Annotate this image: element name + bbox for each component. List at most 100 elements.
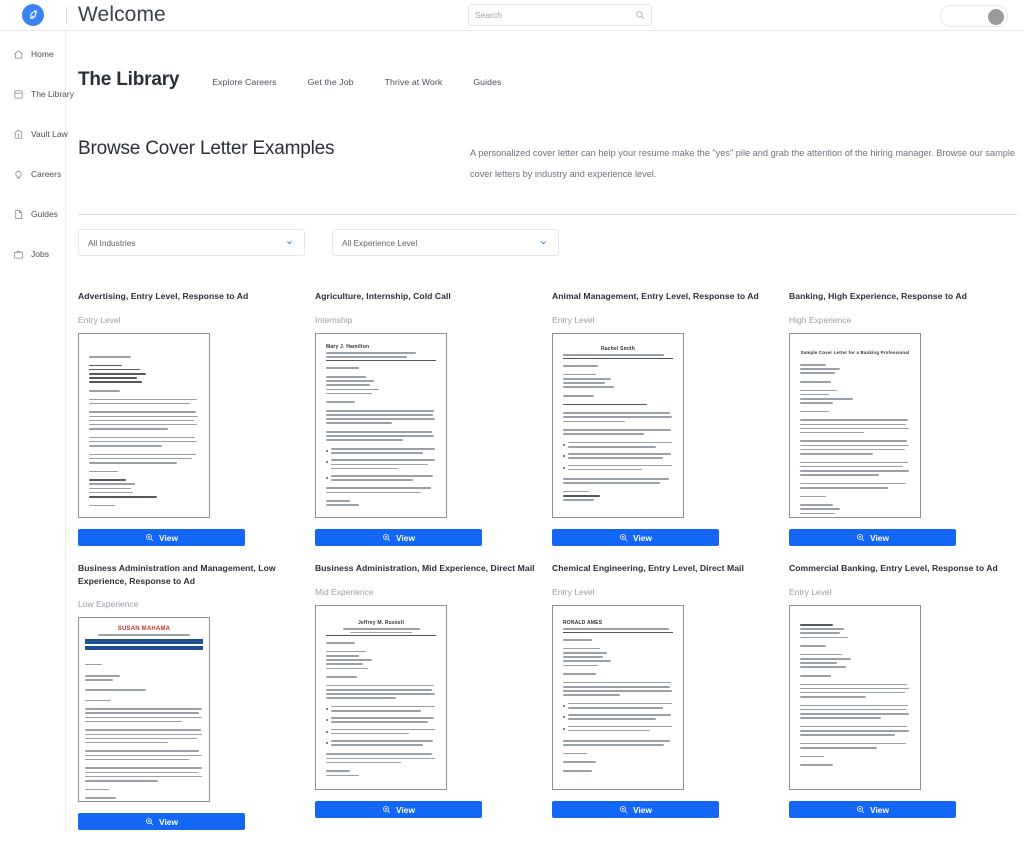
card-title: Business Administration, Mid Experience,… bbox=[315, 563, 535, 573]
sidebar-item-label: Jobs bbox=[31, 249, 49, 259]
book-icon bbox=[14, 89, 23, 99]
cover-letter-card[interactable]: Business Administration and Management, … bbox=[78, 562, 315, 830]
sidebar-item-home[interactable]: Home bbox=[13, 43, 65, 65]
page-header: The Library Explore Careers Get the Job … bbox=[66, 31, 1024, 91]
document-icon bbox=[15, 209, 23, 219]
industry-filter-value: All Industries bbox=[88, 237, 136, 248]
card-title: Business Administration and Management, … bbox=[78, 563, 276, 586]
thumbnail-header-name: Jeffrey M. Russell bbox=[357, 620, 405, 626]
view-button-label: View bbox=[159, 532, 178, 543]
view-button-label: View bbox=[870, 804, 889, 815]
cover-letter-grid: Advertising, Entry Level, Response to Ad… bbox=[66, 256, 1024, 846]
sub-navigation: Explore Careers Get the Job Thrive at Wo… bbox=[212, 77, 501, 87]
header-divider bbox=[66, 6, 67, 24]
cover-letter-card[interactable]: Advertising, Entry Level, Response to Ad… bbox=[78, 290, 315, 546]
thumbnail-header-name: Rachel Smith bbox=[600, 346, 636, 352]
view-button[interactable]: View bbox=[552, 529, 719, 546]
subnav-item-get-the-job[interactable]: Get the Job bbox=[308, 77, 354, 87]
card-experience-level: Entry Level bbox=[78, 315, 121, 325]
filter-bar: All Industries All Experience Level bbox=[66, 215, 1024, 256]
view-button[interactable]: View bbox=[315, 529, 482, 546]
thumbnail-header-name: SUSAN MAHAMA bbox=[117, 626, 171, 632]
section-description: A personalized cover letter can help you… bbox=[470, 148, 1015, 179]
view-button[interactable]: View bbox=[552, 801, 719, 818]
zoom-in-icon bbox=[383, 534, 391, 542]
card-experience-level: Mid Experience bbox=[315, 587, 374, 597]
experience-filter-select[interactable]: All Experience Level bbox=[332, 229, 559, 256]
page-title: The Library bbox=[78, 69, 180, 90]
thumbnail-header-name: Sample Cover Letter for a Banking Profes… bbox=[800, 350, 910, 355]
cover-letter-thumbnail[interactable]: Mary J. Hamilton bbox=[315, 333, 447, 518]
cover-letter-thumbnail[interactable]: SUSAN MAHAMA bbox=[78, 617, 210, 802]
sidebar-item-vault-law[interactable]: Vault Law bbox=[13, 123, 68, 145]
cover-letter-thumbnail[interactable]: Rachel Smith bbox=[552, 333, 684, 518]
search-icon bbox=[636, 11, 645, 20]
subnav-item-thrive-at-work[interactable]: Thrive at Work bbox=[385, 77, 443, 87]
briefcase-icon bbox=[13, 250, 24, 259]
zoom-in-icon bbox=[146, 818, 154, 826]
cover-letter-thumbnail[interactable]: RONALD AMES bbox=[552, 605, 684, 790]
view-button[interactable]: View bbox=[789, 801, 956, 818]
hero-section: Browse Cover Letter Examples A personali… bbox=[66, 91, 1024, 185]
view-button[interactable]: View bbox=[789, 529, 956, 546]
card-title: Advertising, Entry Level, Response to Ad bbox=[78, 291, 249, 301]
sidebar-item-label: Careers bbox=[31, 169, 62, 179]
card-experience-level: Low Experience bbox=[78, 599, 139, 609]
zoom-in-icon bbox=[857, 806, 865, 814]
cover-letter-thumbnail[interactable]: Sample Cover Letter for a Banking Profes… bbox=[789, 333, 921, 518]
feather-logo-icon bbox=[22, 4, 44, 26]
toggle-knob bbox=[988, 8, 1004, 25]
cover-letter-thumbnail[interactable]: Jeffrey M. Russell bbox=[315, 605, 447, 790]
chevron-down-icon bbox=[541, 241, 546, 245]
thumbnail-header-name: Mary J. Hamilton bbox=[326, 344, 370, 350]
zoom-in-icon bbox=[857, 534, 865, 542]
section-heading: Browse Cover Letter Examples bbox=[78, 138, 335, 159]
search-input[interactable] bbox=[475, 10, 635, 20]
industry-filter-select[interactable]: All Industries bbox=[78, 229, 305, 256]
theme-toggle[interactable] bbox=[940, 5, 1008, 27]
sidebar-item-careers[interactable]: Careers bbox=[13, 163, 65, 185]
view-button-label: View bbox=[633, 532, 652, 543]
sidebar-item-jobs[interactable]: Jobs bbox=[13, 243, 65, 265]
lightbulb-icon bbox=[15, 170, 22, 179]
view-button[interactable]: View bbox=[315, 801, 482, 818]
cover-letter-thumbnail[interactable] bbox=[789, 605, 921, 790]
cover-letter-card[interactable]: Agriculture, Internship, Cold Call Inter… bbox=[315, 290, 552, 546]
sidebar-item-label: Vault Law bbox=[31, 129, 68, 139]
logo-container[interactable] bbox=[0, 4, 66, 26]
view-button-label: View bbox=[633, 804, 652, 815]
experience-filter-value: All Experience Level bbox=[342, 237, 418, 248]
card-experience-level: Internship bbox=[315, 315, 353, 325]
sidebar-item-label: Guides bbox=[31, 209, 58, 219]
cover-letter-card[interactable]: Chemical Engineering, Entry Level, Direc… bbox=[552, 562, 789, 830]
search-box[interactable] bbox=[468, 4, 652, 26]
view-button-label: View bbox=[396, 804, 415, 815]
view-button-label: View bbox=[159, 816, 178, 827]
card-title: Agriculture, Internship, Cold Call bbox=[315, 291, 451, 301]
cover-letter-card[interactable]: Animal Management, Entry Level, Response… bbox=[552, 290, 789, 546]
card-title: Banking, High Experience, Response to Ad bbox=[789, 291, 967, 301]
zoom-in-icon bbox=[383, 806, 391, 814]
sidebar-item-the-library[interactable]: The Library bbox=[13, 83, 74, 105]
top-bar: Welcome bbox=[0, 0, 1024, 31]
subnav-item-guides[interactable]: Guides bbox=[473, 77, 501, 87]
subnav-item-explore-careers[interactable]: Explore Careers bbox=[212, 77, 276, 87]
cover-letter-card[interactable]: Commercial Banking, Entry Level, Respons… bbox=[789, 562, 1024, 830]
cover-letter-card[interactable]: Business Administration, Mid Experience,… bbox=[315, 562, 552, 830]
view-button[interactable]: View bbox=[78, 813, 245, 830]
zoom-in-icon bbox=[146, 534, 154, 542]
sidebar-item-guides[interactable]: Guides bbox=[13, 203, 65, 225]
cover-letter-card[interactable]: Banking, High Experience, Response to Ad… bbox=[789, 290, 1024, 546]
card-title: Chemical Engineering, Entry Level, Direc… bbox=[552, 563, 744, 573]
card-title: Animal Management, Entry Level, Response… bbox=[552, 291, 759, 301]
zoom-in-icon bbox=[620, 806, 628, 814]
cover-letter-thumbnail[interactable] bbox=[78, 333, 210, 518]
card-title: Commercial Banking, Entry Level, Respons… bbox=[789, 563, 998, 573]
chevron-down-icon bbox=[287, 241, 292, 245]
card-experience-level: Entry Level bbox=[552, 587, 595, 597]
app-title: Welcome bbox=[78, 3, 166, 26]
sidebar: Home The Library Vault Law Careers Guide… bbox=[0, 31, 74, 831]
view-button[interactable]: View bbox=[78, 529, 245, 546]
home-icon bbox=[14, 49, 23, 59]
thumbnail-header-name: RONALD AMES bbox=[563, 620, 603, 626]
